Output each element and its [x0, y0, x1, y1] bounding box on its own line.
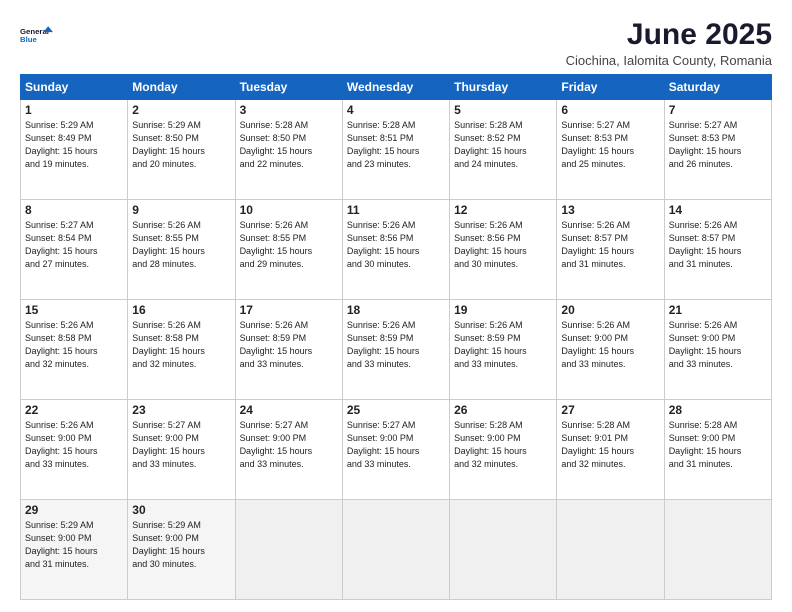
cell-week5-2: [235, 500, 342, 600]
cell-week3-3: 18Sunrise: 5:26 AMSunset: 8:59 PMDayligh…: [342, 300, 449, 400]
col-monday: Monday: [128, 75, 235, 100]
cell-week2-1: 9Sunrise: 5:26 AMSunset: 8:55 PMDaylight…: [128, 200, 235, 300]
col-tuesday: Tuesday: [235, 75, 342, 100]
cell-week4-4: 26Sunrise: 5:28 AMSunset: 9:00 PMDayligh…: [450, 400, 557, 500]
calendar-week-5: 29Sunrise: 5:29 AMSunset: 9:00 PMDayligh…: [21, 500, 772, 600]
col-saturday: Saturday: [664, 75, 771, 100]
col-sunday: Sunday: [21, 75, 128, 100]
calendar-week-2: 8Sunrise: 5:27 AMSunset: 8:54 PMDaylight…: [21, 200, 772, 300]
cell-week2-0: 8Sunrise: 5:27 AMSunset: 8:54 PMDaylight…: [21, 200, 128, 300]
cell-week5-5: [557, 500, 664, 600]
cell-week1-1: 2Sunrise: 5:29 AMSunset: 8:50 PMDaylight…: [128, 100, 235, 200]
cell-week1-3: 4Sunrise: 5:28 AMSunset: 8:51 PMDaylight…: [342, 100, 449, 200]
cell-week3-2: 17Sunrise: 5:26 AMSunset: 8:59 PMDayligh…: [235, 300, 342, 400]
calendar-week-4: 22Sunrise: 5:26 AMSunset: 9:00 PMDayligh…: [21, 400, 772, 500]
cell-week1-4: 5Sunrise: 5:28 AMSunset: 8:52 PMDaylight…: [450, 100, 557, 200]
cell-week3-5: 20Sunrise: 5:26 AMSunset: 9:00 PMDayligh…: [557, 300, 664, 400]
cell-week2-3: 11Sunrise: 5:26 AMSunset: 8:56 PMDayligh…: [342, 200, 449, 300]
cell-week2-5: 13Sunrise: 5:26 AMSunset: 8:57 PMDayligh…: [557, 200, 664, 300]
col-friday: Friday: [557, 75, 664, 100]
cell-week5-0: 29Sunrise: 5:29 AMSunset: 9:00 PMDayligh…: [21, 500, 128, 600]
cell-week2-6: 14Sunrise: 5:26 AMSunset: 8:57 PMDayligh…: [664, 200, 771, 300]
calendar-header-row: Sunday Monday Tuesday Wednesday Thursday…: [21, 75, 772, 100]
cell-week5-6: [664, 500, 771, 600]
col-thursday: Thursday: [450, 75, 557, 100]
cell-week1-sun: 1Sunrise: 5:29 AMSunset: 8:49 PMDaylight…: [21, 100, 128, 200]
logo: General Blue: [20, 18, 54, 52]
cell-week3-0: 15Sunrise: 5:26 AMSunset: 8:58 PMDayligh…: [21, 300, 128, 400]
calendar-week-1: 1Sunrise: 5:29 AMSunset: 8:49 PMDaylight…: [21, 100, 772, 200]
cell-week5-1: 30Sunrise: 5:29 AMSunset: 9:00 PMDayligh…: [128, 500, 235, 600]
main-title: June 2025: [566, 18, 772, 51]
subtitle: Ciochina, Ialomita County, Romania: [566, 53, 772, 68]
col-wednesday: Wednesday: [342, 75, 449, 100]
cell-week2-2: 10Sunrise: 5:26 AMSunset: 8:55 PMDayligh…: [235, 200, 342, 300]
cell-week4-6: 28Sunrise: 5:28 AMSunset: 9:00 PMDayligh…: [664, 400, 771, 500]
cell-week5-4: [450, 500, 557, 600]
cell-week4-1: 23Sunrise: 5:27 AMSunset: 9:00 PMDayligh…: [128, 400, 235, 500]
cell-week4-0: 22Sunrise: 5:26 AMSunset: 9:00 PMDayligh…: [21, 400, 128, 500]
cell-week4-2: 24Sunrise: 5:27 AMSunset: 9:00 PMDayligh…: [235, 400, 342, 500]
cell-week2-4: 12Sunrise: 5:26 AMSunset: 8:56 PMDayligh…: [450, 200, 557, 300]
logo-svg: General Blue: [20, 18, 54, 52]
cell-week3-4: 19Sunrise: 5:26 AMSunset: 8:59 PMDayligh…: [450, 300, 557, 400]
cell-week3-6: 21Sunrise: 5:26 AMSunset: 9:00 PMDayligh…: [664, 300, 771, 400]
title-block: June 2025 Ciochina, Ialomita County, Rom…: [566, 18, 772, 68]
svg-text:Blue: Blue: [20, 35, 38, 44]
cell-week1-2: 3Sunrise: 5:28 AMSunset: 8:50 PMDaylight…: [235, 100, 342, 200]
cell-week5-3: [342, 500, 449, 600]
calendar-week-3: 15Sunrise: 5:26 AMSunset: 8:58 PMDayligh…: [21, 300, 772, 400]
cell-week3-1: 16Sunrise: 5:26 AMSunset: 8:58 PMDayligh…: [128, 300, 235, 400]
header: General Blue June 2025 Ciochina, Ialomit…: [20, 18, 772, 68]
page: General Blue June 2025 Ciochina, Ialomit…: [0, 0, 792, 612]
calendar-table: Sunday Monday Tuesday Wednesday Thursday…: [20, 74, 772, 600]
cell-week1-6: 7Sunrise: 5:27 AMSunset: 8:53 PMDaylight…: [664, 100, 771, 200]
cell-week4-3: 25Sunrise: 5:27 AMSunset: 9:00 PMDayligh…: [342, 400, 449, 500]
cell-week4-5: 27Sunrise: 5:28 AMSunset: 9:01 PMDayligh…: [557, 400, 664, 500]
cell-week1-5: 6Sunrise: 5:27 AMSunset: 8:53 PMDaylight…: [557, 100, 664, 200]
